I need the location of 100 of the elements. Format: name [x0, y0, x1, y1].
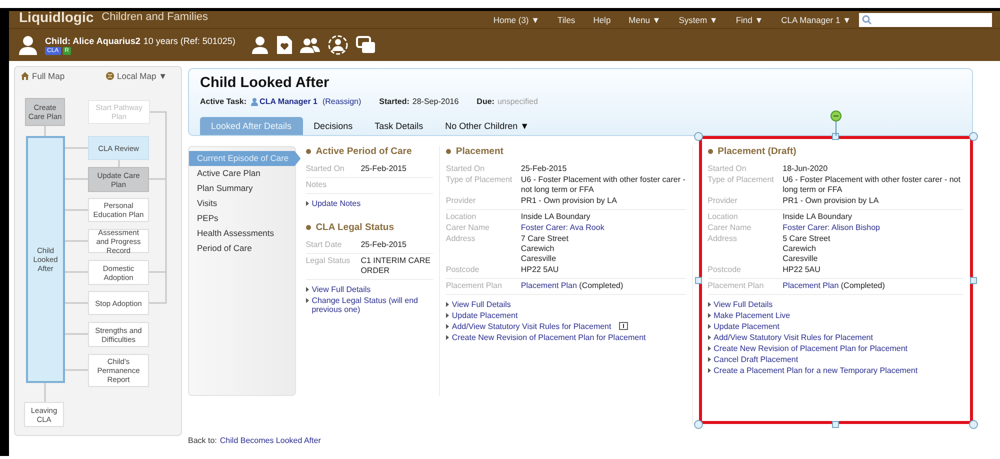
menu-item[interactable]: Tiles: [558, 14, 576, 24]
connector-line: [65, 369, 88, 371]
field-label: Started On: [708, 164, 748, 174]
field-value: Inside LA Boundary: [520, 212, 590, 222]
triangle-icon: [708, 324, 711, 329]
side-nav-item[interactable]: Period of Care: [189, 241, 295, 256]
action-link[interactable]: View Full Details: [714, 300, 773, 309]
triangle-icon: [446, 335, 449, 340]
tab[interactable]: No Other Children ▼: [434, 117, 540, 135]
triangle-icon: [708, 346, 711, 351]
info-icon[interactable]: [619, 322, 628, 330]
menu-item[interactable]: Menu ▼: [628, 14, 661, 24]
field-label: Carer Name: [446, 223, 490, 233]
field-value: HP22 5AU: [520, 265, 559, 275]
map-link[interactable]: Local Map ▼: [106, 71, 167, 81]
windows-icon[interactable]: [356, 36, 376, 54]
field-value: HP22 5AU: [782, 265, 820, 275]
field-value: PR1 - Own provision by LA: [520, 196, 617, 206]
section-title: Placement (Draft): [718, 146, 796, 157]
person-circle-icon[interactable]: [328, 35, 348, 55]
field-link[interactable]: Placement Plan: [782, 281, 839, 290]
field-link[interactable]: Foster Carer: Ava Rook: [520, 223, 604, 232]
action-link[interactable]: Update Notes: [312, 199, 361, 208]
menu-item[interactable]: Home (3) ▼: [493, 14, 540, 24]
user-icon: [250, 98, 258, 106]
field-label: Location: [708, 212, 739, 222]
assignee-link[interactable]: CLA Manager 1: [260, 97, 318, 106]
field-label: Placement Plan: [446, 281, 503, 291]
person-icon[interactable]: [251, 36, 270, 54]
field-label: Location: [446, 212, 478, 222]
people-icon[interactable]: [300, 37, 320, 53]
action-link[interactable]: Cancel Draft Placement: [714, 355, 798, 364]
map-link[interactable]: Full Map: [21, 71, 65, 81]
action-link[interactable]: Add/View Statutory Visit Rules for Placement: [452, 322, 612, 331]
document-heart-icon[interactable]: [277, 36, 292, 54]
field-label: Postcode: [446, 265, 480, 275]
menu-item[interactable]: Find ▼: [736, 14, 764, 24]
triangle-icon: [306, 287, 309, 292]
connector-line: [118, 160, 120, 167]
tab[interactable]: Task Details: [364, 117, 434, 135]
field-label: Notes: [306, 180, 328, 190]
person-icon: [19, 35, 37, 55]
resize-handle[interactable]: [832, 420, 840, 428]
field-value: 5 Care Street Carewich Caresville: [782, 234, 830, 264]
field-value: (Completed): [579, 281, 624, 290]
side-nav-item[interactable]: Health Assessments: [189, 226, 295, 241]
triangle-icon: [708, 302, 711, 307]
field-label: Provider: [708, 196, 738, 206]
field-value: C1 INTERIM CARE ORDER: [360, 256, 432, 276]
field-value: 18-Jun-2020: [782, 164, 828, 174]
action-link[interactable]: Add/View Statutory Visit Rules for Placement: [714, 333, 873, 342]
section-title: Active Period of Care: [316, 146, 412, 157]
action-link[interactable]: View Full Details: [312, 285, 371, 294]
app-title: Liquidlogic: [19, 11, 94, 24]
menu-item[interactable]: System ▼: [678, 14, 718, 24]
action-link[interactable]: Create New Revision of Placement Plan for Placement: [452, 333, 646, 342]
resize-handle[interactable]: [694, 420, 704, 428]
triangle-icon: [446, 313, 449, 318]
reassign-link[interactable]: (Reassign): [322, 97, 362, 106]
bullet-icon: [306, 149, 311, 154]
field-label: Active Task:: [200, 97, 247, 106]
triangle-icon: [708, 368, 711, 373]
field-label: Placement Plan: [708, 281, 765, 291]
menu-item[interactable]: Help: [593, 14, 611, 24]
side-nav-item[interactable]: PEPs: [189, 211, 295, 226]
side-nav-item[interactable]: Plan Summary: [189, 181, 295, 196]
triangle-icon: [446, 324, 449, 329]
action-link[interactable]: Update Placement: [452, 311, 518, 320]
back-link[interactable]: Child Becomes Looked After: [220, 436, 321, 445]
triangle-icon: [708, 357, 711, 362]
menu-item[interactable]: CLA Manager 1 ▼: [781, 14, 851, 24]
connector-line: [65, 209, 88, 211]
side-nav-item[interactable]: Active Care Plan: [189, 166, 295, 181]
action-link[interactable]: Create a Placement Plan for a new Temporary Placement: [714, 366, 918, 375]
search-icon: [862, 14, 872, 24]
field-label: Legal Status: [306, 256, 352, 267]
field-value: 28-Sep-2016: [412, 97, 459, 106]
resize-handle[interactable]: [970, 276, 976, 284]
field-link[interactable]: Foster Carer: Alison Bishop: [782, 223, 880, 232]
field-value: U6 - Foster Placement with other foster carer - not long term or FFA: [520, 175, 686, 195]
search-field[interactable]: [859, 12, 992, 26]
action-link[interactable]: Update Placement: [714, 322, 780, 331]
action-link[interactable]: Make Placement Live: [714, 311, 790, 320]
tab[interactable]: Decisions: [302, 117, 364, 135]
app-subtitle: Children and Families: [102, 11, 208, 22]
field-value: 25-Feb-2015: [360, 240, 406, 250]
action-link[interactable]: Change Legal Status (will end previous one): [312, 296, 433, 314]
resize-handle[interactable]: [695, 276, 702, 284]
action-link[interactable]: View Full Details: [452, 300, 511, 309]
rotate-handle[interactable]: [830, 110, 842, 136]
field-link[interactable]: Placement Plan: [520, 281, 577, 290]
field-label: Carer Name: [708, 223, 752, 233]
action-link[interactable]: Create New Revision of Placement Plan for Placement: [714, 344, 908, 353]
resize-handle[interactable]: [968, 420, 978, 428]
connector-line: [65, 302, 88, 304]
field-label: Due:: [476, 97, 494, 106]
field-value: 7 Care Street Carewich Caresville: [520, 234, 568, 264]
side-nav-item[interactable]: Visits: [189, 196, 295, 211]
field-label: Started On: [306, 164, 346, 174]
connector-line: [65, 178, 88, 180]
